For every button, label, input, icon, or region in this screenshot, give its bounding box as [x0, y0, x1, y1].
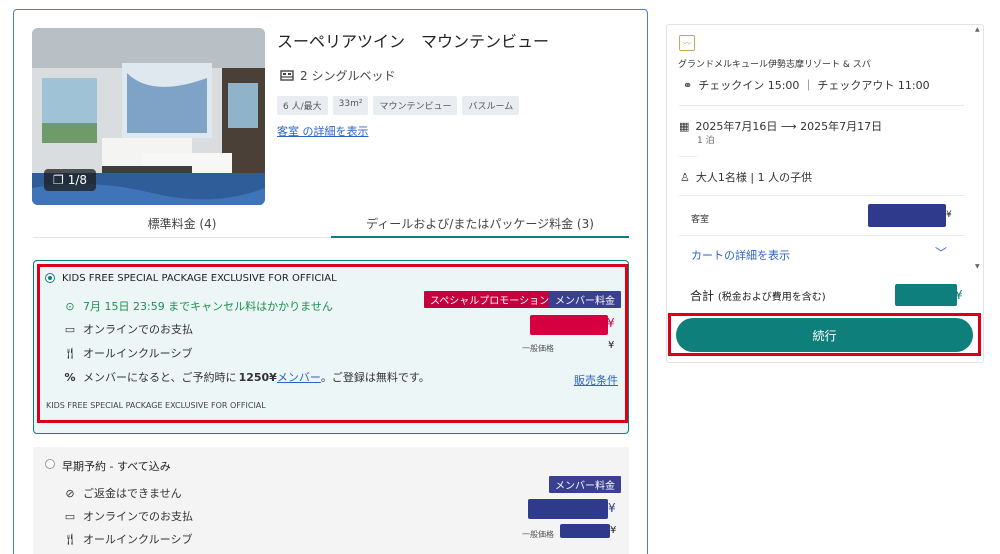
- total-note: (税金および費用を含む): [717, 292, 826, 303]
- total-text: 合計: [690, 289, 715, 303]
- bed-icon: [280, 70, 294, 81]
- clock-check-icon: ⊙: [65, 299, 75, 313]
- guests-text: 大人1名様 | 1 人の子供: [695, 171, 813, 184]
- total-price-currency: ¥: [955, 288, 963, 302]
- tag-bath: バスルーム: [462, 96, 520, 115]
- credit-card-icon-2: ▭: [64, 509, 76, 523]
- cutlery-icon-2: 🍴︎: [63, 532, 77, 546]
- tab-standard-rates[interactable]: 標準料金 (4): [33, 215, 331, 232]
- room-line-label: 客室: [691, 215, 710, 225]
- cancel-policy-text: 7月 15日 23:59 までキャンセル料はかかりません: [83, 300, 333, 313]
- divider-short: [679, 156, 697, 157]
- cutlery-icon: 🍴︎: [63, 346, 77, 360]
- member-rate-badge-2: メンバー料金: [549, 476, 621, 493]
- member-benefit-prefix: メンバーになると、ご予約時に: [83, 371, 237, 384]
- tag-capacity: 6 人/最大: [277, 96, 328, 115]
- tag-size: 33m²: [332, 96, 369, 115]
- total-price-redacted: [895, 284, 957, 306]
- payment-method: ▭ オンラインでのお支払: [63, 321, 193, 337]
- room-title: スーペリアツイン マウンテンビュー: [277, 32, 550, 51]
- member-rate-badge: メンバー料金: [549, 291, 621, 308]
- payment-text-2: オンラインでのお支払: [83, 510, 193, 523]
- member-benefit: % メンバーになると、ご予約時に 1250¥ メンバー 。ご登録は無料です。: [63, 369, 430, 385]
- bed-info: 2 シングルベッド: [280, 67, 395, 84]
- regular-price-currency: ¥: [608, 340, 615, 351]
- regular-price-label-2: 一般価格: [522, 530, 554, 539]
- tab-deal-rates[interactable]: ディールおよび/またはパッケージ料金 (3): [331, 215, 629, 232]
- total-label: 合計 (税金および費用を含む): [690, 287, 826, 304]
- hotel-logo-icon: 〰: [679, 35, 695, 51]
- cart-details-link[interactable]: カートの詳細を表示: [691, 247, 790, 263]
- meal-text-2: オールインクルーシブ: [83, 533, 193, 546]
- nights-count: 1 泊: [697, 136, 715, 146]
- regular-price-label: 一般価格: [522, 344, 554, 353]
- scroll-up-arrow[interactable]: ▲: [975, 26, 980, 33]
- gallery-icon: ❐: [52, 173, 64, 187]
- dates-text: 2025年7月16日 ⟶ 2025年7月17日: [695, 120, 883, 133]
- guest-info: ♙ 大人1名様 | 1 人の子供: [680, 169, 812, 185]
- rate-radio-selected[interactable]: [45, 273, 55, 283]
- photo-counter[interactable]: ❐ 1/8: [44, 169, 96, 191]
- cancel-policy: ⊙ 7月 15日 23:59 までキャンセル料はかかりません: [63, 298, 333, 314]
- refund-text: ご返金はできません: [83, 487, 182, 500]
- member-price-redacted-2: [528, 499, 608, 519]
- room-details-link[interactable]: 客室 の詳細を表示: [277, 123, 369, 139]
- sales-conditions-link[interactable]: 販売条件: [574, 372, 618, 388]
- member-benefit-amount: 1250¥: [238, 370, 277, 384]
- rate-footer-text: KIDS FREE SPECIAL PACKAGE EXCLUSIVE FOR …: [46, 401, 266, 410]
- member-price-currency-2: ¥: [608, 501, 616, 515]
- rate-radio-unselected[interactable]: [45, 459, 55, 469]
- member-price-redacted: [530, 315, 608, 335]
- divider: [679, 105, 964, 106]
- member-benefit-suffix: 。ご登録は無料です。: [320, 371, 430, 384]
- meal-text: オールインクルーシブ: [83, 347, 193, 360]
- checkin-times: ⚭ チェックイン 15:00 ｜ チェックアウト 11:00: [683, 77, 930, 93]
- payment-text: オンラインでのお支払: [83, 323, 193, 336]
- refund-policy: ⊘ ご返金はできません: [63, 485, 182, 501]
- meal-plan-2: 🍴︎ オールインクルーシブ: [63, 531, 192, 547]
- credit-card-icon: ▭: [64, 322, 76, 336]
- room-tags: 6 人/最大 33m² マウンテンビュー バスルーム: [277, 96, 520, 115]
- tag-view: マウンテンビュー: [373, 96, 458, 115]
- member-price-currency: ¥: [607, 316, 615, 330]
- regular-price-currency-2: ¥: [610, 525, 617, 536]
- checkin-text: チェックイン 15:00 ｜ チェックアウト 11:00: [698, 79, 930, 92]
- room-price-redacted: [868, 204, 946, 227]
- bed-label: 2 シングルベッド: [300, 69, 396, 83]
- divider: [679, 195, 964, 196]
- stay-dates: ▦ 2025年7月16日 ⟶ 2025年7月17日: [679, 118, 882, 134]
- hotel-name: グランドメルキュール伊勢志摩リゾート & スパ: [678, 60, 871, 70]
- regular-price-redacted-2: [560, 524, 610, 538]
- member-signup-link[interactable]: メンバー: [277, 369, 321, 385]
- divider: [679, 235, 964, 236]
- rate-title: KIDS FREE SPECIAL PACKAGE EXCLUSIVE FOR …: [62, 273, 337, 284]
- person-icon: ♙: [680, 170, 690, 184]
- percent-icon: %: [64, 370, 76, 384]
- scroll-down-arrow[interactable]: ▼: [975, 263, 980, 270]
- calendar-icon: ▦: [679, 119, 690, 133]
- chevron-down-icon[interactable]: ﹀: [935, 244, 947, 261]
- special-promo-badge: スペシャルプロモーション: [424, 291, 556, 308]
- payment-method-2: ▭ オンラインでのお支払: [63, 508, 193, 524]
- photo-count: 1/8: [67, 173, 88, 187]
- meal-plan: 🍴︎ オールインクルーシブ: [63, 345, 192, 361]
- room-price-currency: ¥: [946, 210, 952, 220]
- no-refund-icon: ⊘: [65, 486, 75, 500]
- rate2-title: 早期予約 - すべて込み: [62, 460, 171, 473]
- active-tab-indicator: [331, 236, 629, 238]
- link-icon: ⚭: [683, 78, 693, 92]
- highlight-continue: [668, 313, 981, 356]
